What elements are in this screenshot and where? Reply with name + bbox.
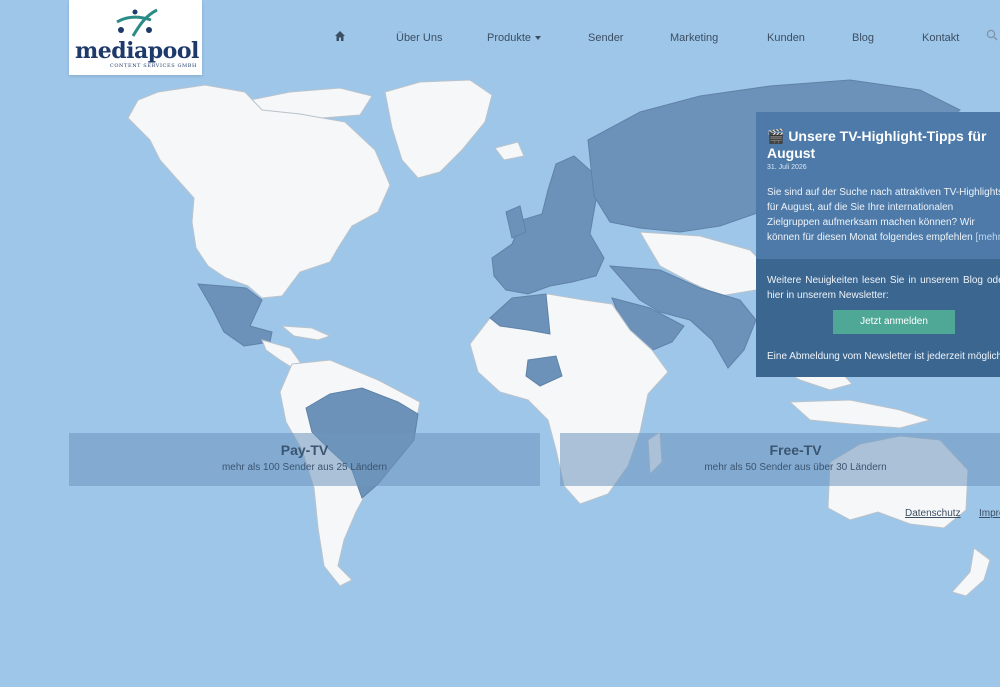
logo-subtitle: CONTENT SERVICES GMBH — [109, 63, 197, 69]
unsubscribe-note: Eine Abmeldung vom Newsletter ist jederz… — [767, 351, 1000, 362]
news-body: Sie sind auf der Suche nach attraktiven … — [767, 185, 1000, 245]
nav-item-ueber-uns[interactable]: Über Uns — [396, 29, 442, 47]
newsletter-info: Weitere Neuigkeiten lesen Sie in unserem… — [767, 275, 1000, 301]
nav-item-marketing[interactable]: Marketing — [670, 29, 718, 47]
subscribe-button[interactable]: Jetzt anmelden — [833, 310, 955, 334]
nav-item-kunden[interactable]: Kunden — [767, 29, 805, 47]
pay-tv-title: Pay-TV — [280, 442, 329, 458]
free-tv-title: Free-TV — [769, 442, 822, 458]
nav-item-blog[interactable]: Blog — [852, 29, 874, 47]
land-caribbean — [280, 325, 332, 341]
land-indonesia — [788, 399, 932, 429]
search-icon[interactable] — [986, 29, 998, 47]
home-icon[interactable] — [334, 30, 346, 48]
free-tv-band[interactable]: Free-TV mehr als 50 Sender aus über 30 L… — [560, 433, 1000, 486]
nav-item-produkte-label: Produkte — [487, 32, 532, 44]
land-uk — [505, 205, 527, 239]
main-navigation: Über Uns Produkte Sender Marketing Kunde… — [0, 29, 1000, 47]
land-iceland — [494, 141, 525, 161]
newsletter-box: Weitere Neuigkeiten lesen Sie in unserem… — [756, 259, 1000, 377]
land-greenland — [384, 79, 493, 179]
news-body-text: Sie sind auf der Suche nach attraktiven … — [767, 187, 1000, 243]
pay-tv-subtitle: mehr als 100 Sender aus 25 Ländern — [221, 462, 388, 473]
nav-item-produkte[interactable]: Produkte — [487, 29, 542, 47]
pay-tv-band[interactable]: Pay-TV mehr als 100 Sender aus 25 Länder… — [69, 433, 540, 486]
privacy-link[interactable]: Datenschutz — [905, 508, 961, 519]
news-title[interactable]: 🎬 Unsere TV-Highlight-Tipps für August — [767, 128, 1000, 162]
imprint-link[interactable]: Impressum — [979, 508, 1000, 519]
chevron-down-icon — [535, 36, 542, 41]
land-new-zealand — [951, 547, 991, 597]
free-tv-subtitle: mehr als 50 Sender aus über 30 Ländern — [704, 462, 887, 473]
nav-item-kontakt[interactable]: Kontakt — [922, 29, 959, 47]
news-teaser: 🎬 Unsere TV-Highlight-Tipps für August 3… — [756, 112, 1000, 259]
nav-item-sender[interactable]: Sender — [588, 29, 623, 47]
land-north-america — [127, 84, 391, 299]
news-date: 31. Juli 2026 — [767, 164, 807, 171]
news-panel: 🎬 Unsere TV-Highlight-Tipps für August 3… — [756, 112, 1000, 377]
news-more-link[interactable]: [mehr] — [975, 232, 1000, 243]
